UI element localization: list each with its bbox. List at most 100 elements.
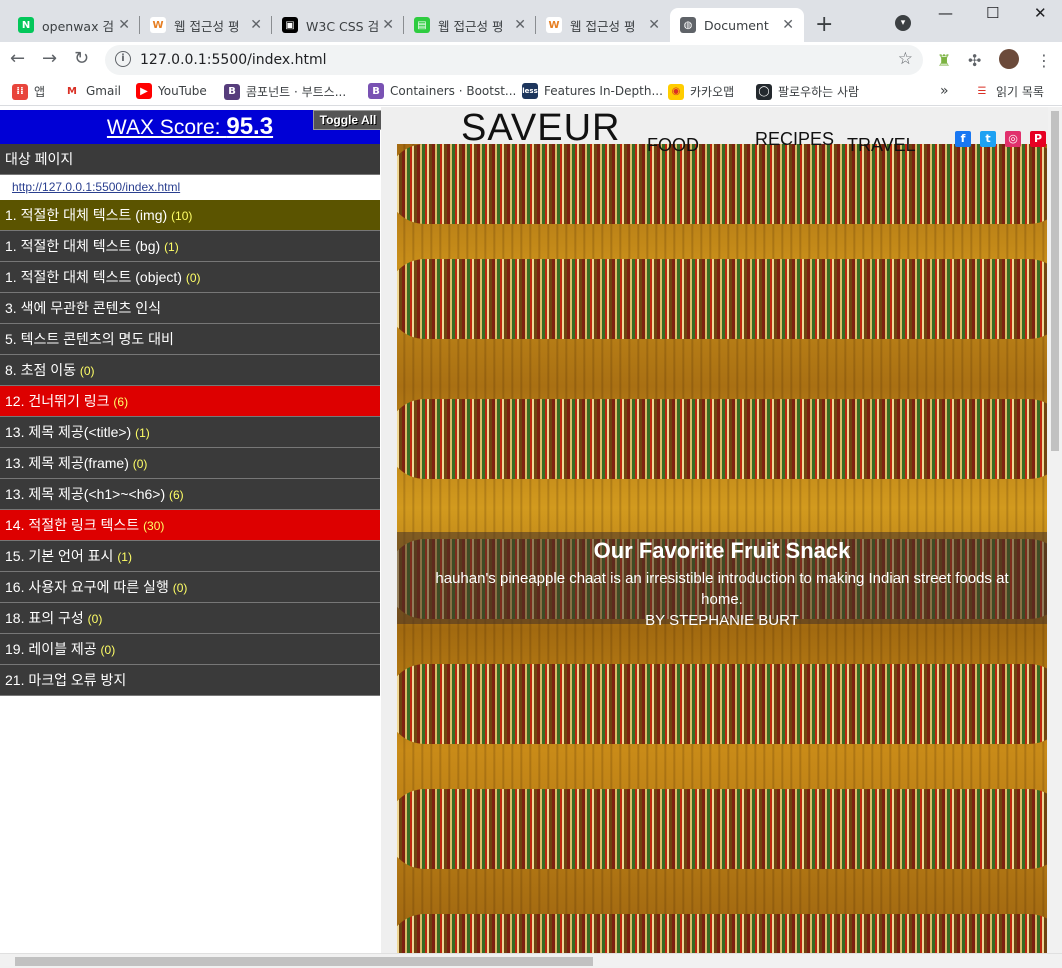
pinterest-icon[interactable]: P [1030,131,1046,147]
forward-icon[interactable]: → [42,48,57,69]
browser-tab[interactable]: ◍ Document ✕ [670,8,804,42]
address-bar[interactable]: i 127.0.0.1:5500/index.html ☆ [105,45,923,75]
wax-check-label: 21. 마크업 오류 방지 [5,672,127,688]
wax-check-row[interactable]: 8. 초점 이동 (0) [0,355,380,386]
bookmark-favicon-icon: ◯ [756,83,772,100]
wax-check-row[interactable]: 15. 기본 언어 표시 (1) [0,541,380,572]
hero-title[interactable]: Our Favorite Fruit Snack [397,538,1047,564]
toggle-all-button[interactable]: Toggle All [313,110,383,130]
wax-check-row[interactable]: 3. 색에 무관한 콘텐츠 인식 [0,293,380,324]
browser-tab[interactable]: W 웹 접근성 평 ✕ [536,8,670,42]
tab-close-icon[interactable]: ✕ [250,17,262,33]
vertical-scrollbar[interactable] [1048,107,1062,953]
tab-title: openwax 검 [42,18,114,34]
new-tab-button[interactable]: + [815,12,833,37]
hero-byline: BY STEPHANIE BURT [645,612,799,629]
bookmark-item[interactable]: ◉ 카카오맵 [668,83,734,100]
bookmark-item[interactable]: B 콤포넌트 · 부트스... [224,83,346,100]
hero-description: hauhan's pineapple chaat is an irresisti… [397,568,1047,610]
bookmark-label: Containers · Bootst... [390,84,517,98]
page-viewport: WAX Score: 95.3 Toggle All 대상 페이지 http:/… [0,107,1062,953]
bookmark-label: 팔로우하는 사람 [778,85,860,99]
wax-check-row[interactable]: 1. 적절한 대체 텍스트 (bg) (1) [0,231,380,262]
facebook-icon[interactable]: f [955,131,971,147]
wax-check-row[interactable]: 19. 레이블 제공 (0) [0,634,380,665]
wax-check-row[interactable]: 13. 제목 제공(frame) (0) [0,448,380,479]
wax-check-row[interactable]: 13. 제목 제공(<h1>~<h6>) (6) [0,479,380,510]
wax-check-row[interactable]: 1. 적절한 대체 텍스트 (img) (10) [0,200,380,231]
bookmark-label: Features In-Depth... [544,84,663,98]
browser-tab[interactable]: ▣ W3C CSS 검 ✕ [272,8,404,42]
wax-check-count: (0) [185,271,201,285]
bookmark-item[interactable]: ⁞⁞ 앱 [12,83,45,100]
back-icon[interactable]: ← [10,48,25,69]
tab-favicon-icon: N [18,17,34,33]
maximize-icon[interactable]: ☐ [986,4,999,22]
wax-check-label: 13. 제목 제공(<h1>~<h6>) [5,486,166,502]
nav-food[interactable]: FOOD [647,135,699,156]
wax-check-count: (30) [143,519,165,533]
wax-score-label: WAX Score: [106,116,221,139]
bookmark-item[interactable]: ◯ 팔로우하는 사람 [756,83,859,100]
wax-check-count: (0) [87,612,103,626]
profile-avatar[interactable] [999,49,1019,69]
tab-close-icon[interactable]: ✕ [648,17,660,33]
bookmark-item[interactable]: M Gmail [64,83,121,99]
twitter-icon[interactable]: t [980,131,996,147]
bookmark-item[interactable]: ▶ YouTube [136,83,207,99]
wax-check-label: 5. 텍스트 콘텐츠의 명도 대비 [5,331,174,347]
reload-icon[interactable]: ↻ [74,48,89,69]
wax-check-count: (6) [113,395,129,409]
wax-check-row[interactable]: 16. 사용자 요구에 따른 실행 (0) [0,572,380,603]
wax-check-row[interactable]: 18. 표의 구성 (0) [0,603,380,634]
site-info-icon[interactable]: i [115,51,131,67]
browser-tab[interactable]: W 웹 접근성 평 ✕ [140,8,272,42]
wax-check-label: 1. 적절한 대체 텍스트 (object) [5,269,182,285]
menu-kebab-icon[interactable]: ⋮ [1036,51,1052,70]
tab-close-icon[interactable]: ✕ [118,17,130,33]
horizontal-scroll-thumb[interactable] [15,957,593,966]
bookmark-star-icon[interactable]: ☆ [898,49,913,69]
minimize-icon[interactable]: — [938,4,953,22]
bookmark-favicon-icon: ⁞⁞ [12,83,28,100]
horizontal-scrollbar[interactable] [0,953,1062,968]
wax-check-row[interactable]: 13. 제목 제공(<title>) (1) [0,417,380,448]
close-window-icon[interactable]: ✕ [1034,4,1047,22]
tab-search-icon[interactable]: ▾ [895,15,911,31]
bookmark-label: Gmail [86,84,122,98]
bookmark-item[interactable]: B Containers · Bootst... [368,83,516,99]
extensions-puzzle-icon[interactable]: ✣ [968,51,981,70]
bookmark-item[interactable]: less Features In-Depth... [522,83,663,99]
bookmarks-bar: ⁞⁞ 앱 M Gmail ▶ YouTube B 콤포넌트 · 부트스... B Containe… [0,78,1062,106]
nav-recipes[interactable]: RECIPES [755,129,834,150]
bookmark-favicon-icon: M [64,83,80,99]
wax-check-row[interactable]: 14. 적절한 링크 텍스트 (30) [0,510,380,541]
hero-caption: Our Favorite Fruit Snack hauhan's pineap… [397,532,1047,629]
wax-check-row[interactable]: 1. 적절한 대체 텍스트 (object) (0) [0,262,380,293]
browser-tab[interactable]: ▤ 웹 접근성 평 ✕ [404,8,536,42]
target-page-url[interactable]: http://127.0.0.1:5500/index.html [0,175,380,200]
wax-check-label: 19. 레이블 제공 [5,641,97,657]
instagram-icon[interactable]: ◎ [1005,131,1021,147]
tab-close-icon[interactable]: ✕ [782,17,794,33]
nav-travel[interactable]: TRAVEL [847,135,916,156]
site-logo[interactable]: SAVEUR [461,107,620,150]
bookmark-item[interactable]: ☰ 읽기 목록 [974,83,1044,100]
wax-check-row[interactable]: 21. 마크업 오류 방지 [0,665,380,696]
wax-check-label: 15. 기본 언어 표시 [5,548,114,564]
tab-title: 웹 접근성 평 [570,18,636,34]
url-text[interactable]: 127.0.0.1:5500/index.html [140,52,327,68]
wax-check-label: 12. 건너뛰기 링크 [5,393,110,409]
bookmark-label: YouTube [158,84,207,98]
wax-check-row[interactable]: 12. 건너뛰기 링크 (6) [0,386,380,417]
vertical-scroll-thumb[interactable] [1051,111,1059,451]
browser-tab[interactable]: Nopenwax 검 ✕ [8,8,140,42]
wax-check-label: 1. 적절한 대체 텍스트 (bg) [5,238,161,254]
bangle-row [397,664,1047,744]
saveur-page: Our Favorite Fruit Snack hauhan's pineap… [381,107,1048,953]
wax-check-row[interactable]: 5. 텍스트 콘텐츠의 명도 대비 [0,324,380,355]
bookmarks-overflow-icon[interactable]: » [940,83,949,99]
tab-close-icon[interactable]: ✕ [514,17,526,33]
tab-close-icon[interactable]: ✕ [382,17,394,33]
extension-android-icon[interactable]: ♜ [937,51,951,70]
